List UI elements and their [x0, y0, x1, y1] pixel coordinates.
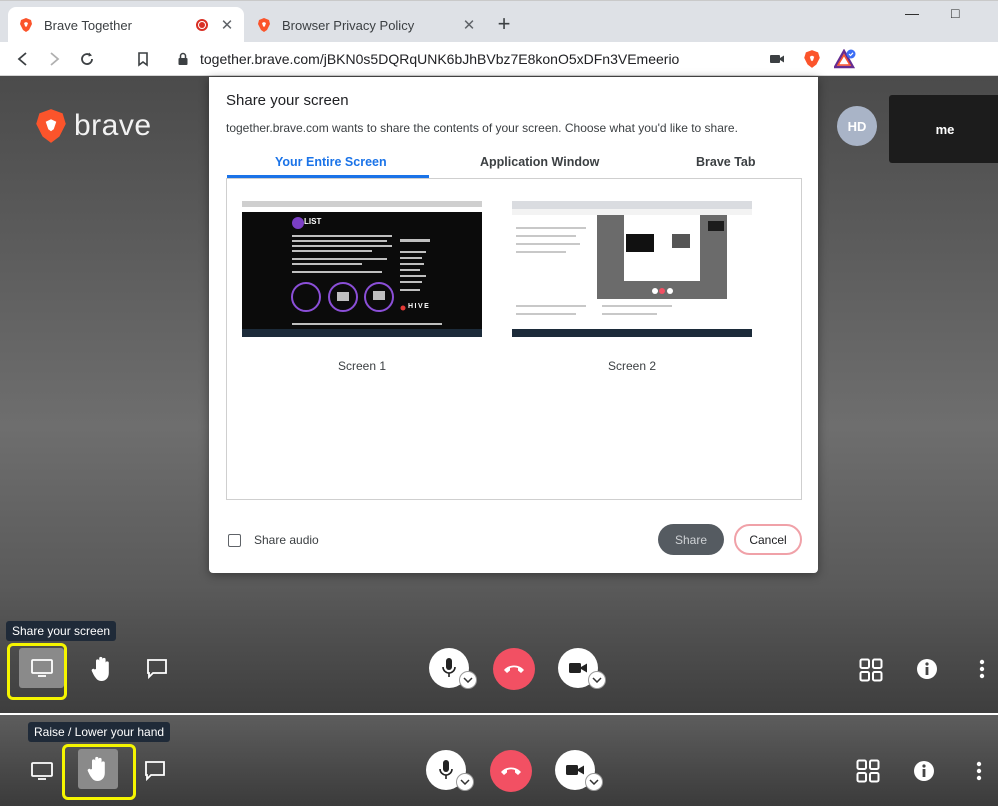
camera-in-use-button[interactable]	[766, 48, 788, 70]
share-screen-tooltip: Share your screen	[6, 621, 117, 641]
brave-lion-icon	[20, 18, 32, 32]
tab-entire-screen[interactable]: Your Entire Screen	[275, 155, 387, 169]
info-icon	[914, 761, 934, 781]
cancel-button[interactable]: Cancel	[734, 524, 802, 555]
hang-up-button[interactable]	[493, 648, 535, 690]
address-bar[interactable]: together.brave.com/jBKN0s5DQRqUNK6bJhBVb…	[166, 45, 866, 73]
camera-options-button[interactable]	[585, 773, 603, 791]
tab-privacy-policy[interactable]: Browser Privacy Policy ✕	[246, 7, 486, 43]
microphone-icon	[442, 658, 456, 677]
microphone-icon	[439, 760, 453, 779]
more-options-button[interactable]	[974, 656, 990, 682]
microphone-options-button[interactable]	[456, 773, 474, 791]
chat-button[interactable]	[143, 655, 171, 683]
more-options-button[interactable]	[971, 758, 987, 784]
chat-button[interactable]	[141, 757, 169, 785]
info-button[interactable]	[912, 759, 936, 783]
screen-2-label: Screen 2	[607, 359, 657, 373]
logo-text: brave	[74, 109, 152, 142]
share-audio-label: Share audio	[254, 533, 319, 547]
chevron-down-icon	[460, 779, 470, 785]
tab-brave-tab[interactable]: Brave Tab	[696, 155, 756, 169]
screen-1-hive-text: HIVE	[408, 303, 431, 310]
tab-application-window[interactable]: Application Window	[480, 155, 599, 169]
close-tab-icon[interactable]: ✕	[218, 16, 236, 34]
raise-hand-button[interactable]	[88, 653, 116, 685]
info-icon	[917, 659, 937, 679]
phone-hangup-icon	[504, 665, 524, 673]
video-camera-icon	[770, 55, 784, 63]
video-camera-icon	[566, 765, 584, 775]
recording-indicator-icon	[196, 19, 208, 31]
vertical-dots-icon	[979, 659, 985, 679]
bookmark-icon	[138, 52, 148, 67]
reload-button[interactable]	[75, 47, 99, 71]
self-label: me	[935, 121, 955, 137]
tile-view-button[interactable]	[857, 656, 885, 684]
screen-2-thumbnail[interactable]	[512, 201, 752, 337]
camera-options-button[interactable]	[588, 671, 606, 689]
hand-icon	[87, 756, 105, 781]
dialog-subtitle: together.brave.com wants to share the co…	[226, 121, 738, 135]
forward-button[interactable]	[42, 47, 66, 71]
raise-hand-button[interactable]	[78, 749, 118, 789]
dialog-title: Share your screen	[226, 92, 349, 109]
raise-hand-tooltip: Raise / Lower your hand	[28, 722, 171, 742]
grid-icon	[856, 759, 880, 783]
share-screen-button[interactable]	[28, 759, 56, 783]
back-button[interactable]	[11, 47, 35, 71]
close-tab-icon[interactable]: ✕	[460, 16, 478, 34]
participant-avatar[interactable]: HD	[837, 106, 877, 146]
brave-logo: brave	[34, 107, 152, 145]
browser-toolbar: together.brave.com/jBKN0s5DQRqUNK6bJhBVb…	[0, 42, 998, 76]
tab-strip: Brave Together ✕ Browser Privacy Policy …	[0, 0, 998, 43]
share-button[interactable]: Share	[658, 524, 724, 555]
chat-bubble-icon	[145, 761, 165, 782]
tab-title: Brave Together	[44, 17, 132, 33]
self-view-thumbnail[interactable]: me	[889, 95, 998, 163]
vertical-dots-icon	[976, 761, 982, 781]
minimize-button[interactable]: —	[905, 5, 919, 21]
info-button[interactable]	[915, 657, 939, 681]
bookmark-button[interactable]	[131, 47, 155, 71]
tile-view-button[interactable]	[854, 757, 882, 785]
brave-lion-icon	[258, 18, 270, 32]
phone-hangup-icon	[501, 767, 521, 775]
grid-icon	[859, 658, 883, 682]
tab-title: Browser Privacy Policy	[282, 17, 415, 33]
brave-shields-button[interactable]	[801, 48, 823, 70]
rewards-triangle-icon	[834, 49, 856, 69]
share-screen-dialog: Share your screen together.brave.com wan…	[209, 77, 818, 573]
chevron-down-icon	[592, 677, 602, 683]
source-pane: LIST HIVE Screen 1 Screen 2	[226, 178, 802, 500]
chevron-down-icon	[463, 677, 473, 683]
screen-1-label: Screen 1	[337, 359, 387, 373]
microphone-options-button[interactable]	[459, 671, 477, 689]
video-camera-icon	[569, 663, 587, 673]
screen-1-logo-text: LIST	[304, 217, 322, 226]
url-text: together.brave.com/jBKN0s5DQRqUNK6bJhBVb…	[200, 51, 680, 67]
chat-bubble-icon	[147, 659, 167, 680]
brave-shield-icon	[804, 50, 820, 68]
share-audio-checkbox[interactable]	[228, 534, 241, 547]
back-arrow-icon	[17, 52, 27, 66]
hang-up-button[interactable]	[490, 750, 532, 792]
screen-2-preview	[512, 201, 752, 337]
monitor-icon	[31, 762, 53, 780]
reload-icon	[81, 52, 93, 65]
new-tab-button[interactable]: +	[492, 13, 516, 35]
monitor-icon	[30, 659, 53, 677]
bottom-toolbar-strip: Raise / Lower your hand	[0, 713, 998, 806]
chevron-down-icon	[589, 779, 599, 785]
brave-lion-logo-icon	[36, 109, 66, 143]
tab-brave-together[interactable]: Brave Together ✕	[8, 7, 244, 43]
brave-rewards-button[interactable]	[834, 48, 856, 70]
lock-icon	[178, 52, 188, 65]
hand-icon	[91, 656, 109, 681]
screen-1-thumbnail[interactable]: LIST HIVE	[242, 201, 482, 337]
share-screen-button[interactable]	[19, 648, 64, 688]
maximize-button[interactable]: □	[951, 5, 959, 21]
screen-1-preview	[242, 201, 482, 337]
forward-arrow-icon	[50, 52, 60, 66]
